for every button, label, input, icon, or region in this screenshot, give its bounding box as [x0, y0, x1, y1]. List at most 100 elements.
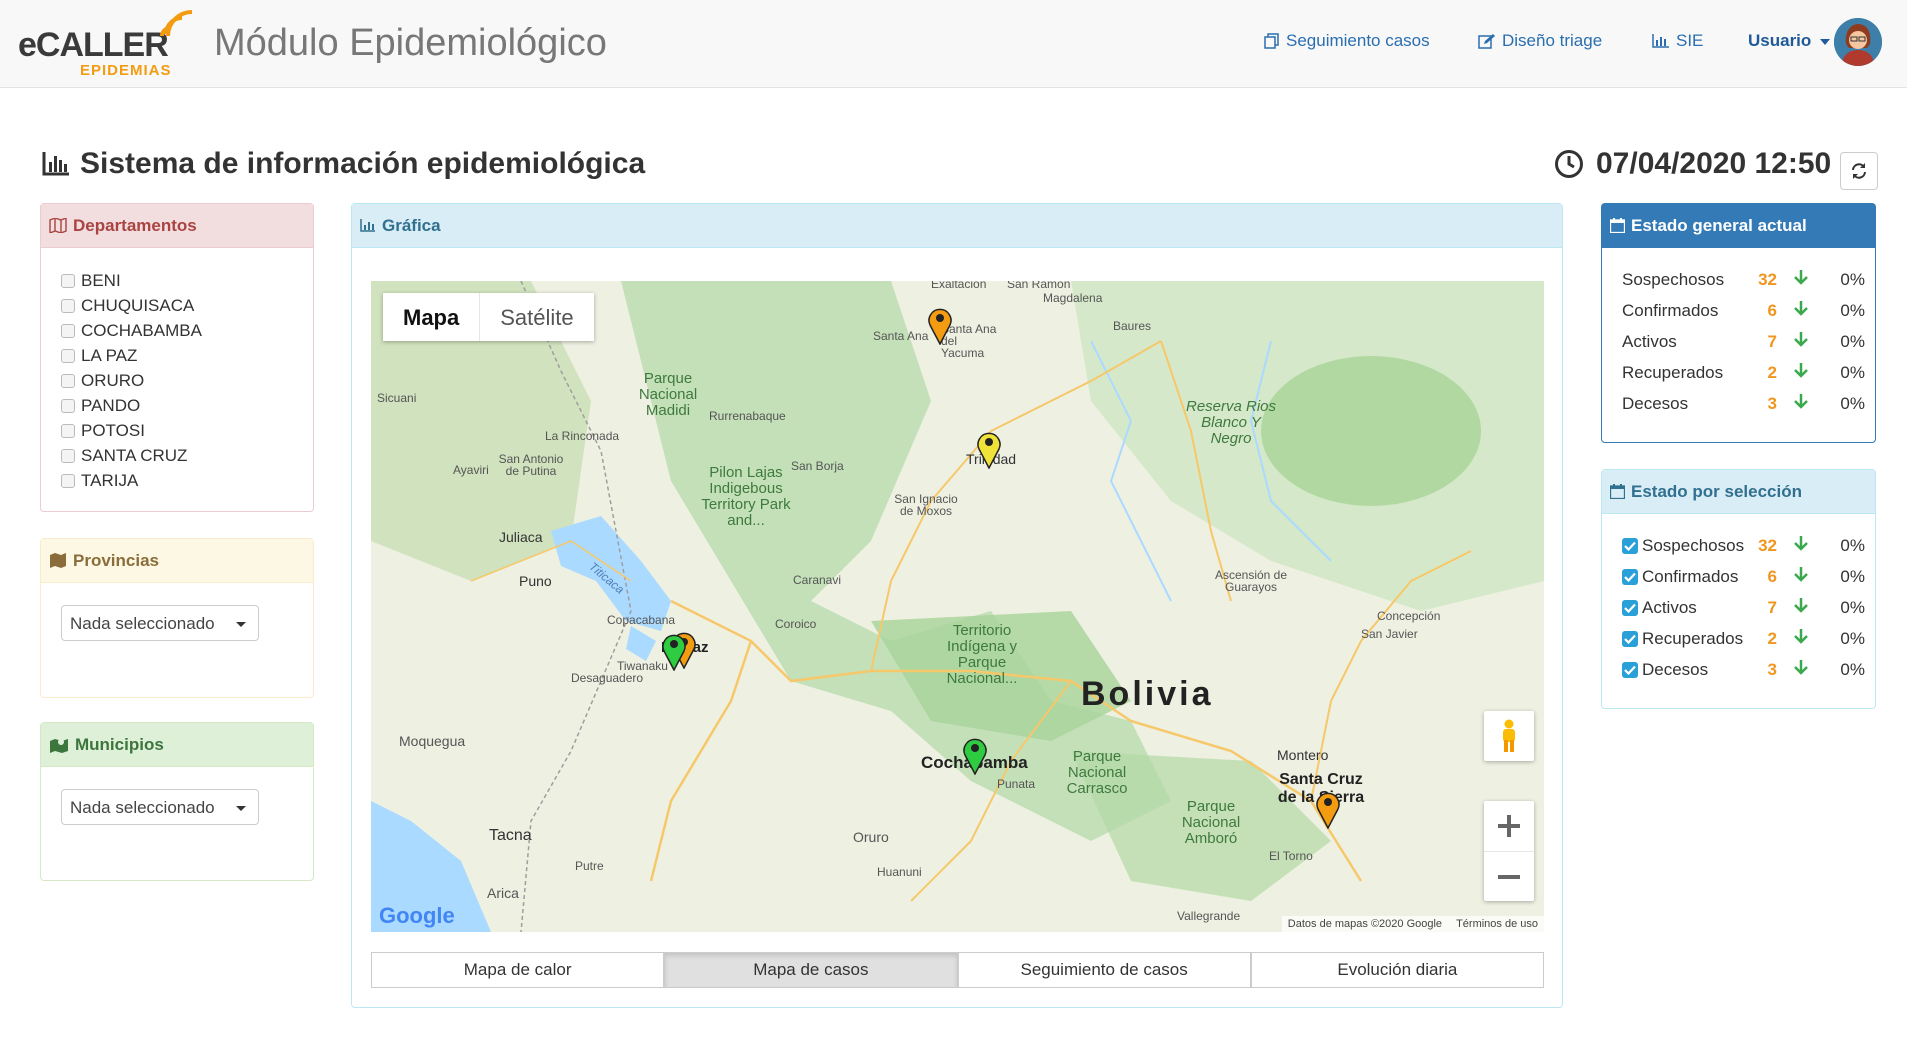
arrow-down-icon — [1794, 628, 1808, 649]
nav-diseno-triage[interactable]: Diseño triage — [1478, 31, 1602, 51]
checkbox[interactable] — [61, 348, 75, 363]
fullscreen-button[interactable] — [1498, 291, 1534, 319]
checkbox-checked[interactable] — [1622, 568, 1638, 585]
dept-item-potosi[interactable]: POTOSI — [61, 418, 202, 443]
tab-seguimiento-de-casos[interactable]: Seguimiento de casos — [957, 952, 1251, 988]
map-type-mapa[interactable]: Mapa — [383, 293, 481, 341]
dept-item-oruro[interactable]: ORURO — [61, 368, 202, 393]
dept-item-pando[interactable]: PANDO — [61, 393, 202, 418]
map-label-oruro: Oruro — [853, 829, 889, 845]
map-label-desaguadero: Desaguadero — [571, 671, 644, 685]
tab-mapa-de-calor[interactable]: Mapa de calor — [371, 952, 665, 988]
map-label-caranavi: Caranavi — [793, 573, 842, 587]
case-marker[interactable] — [927, 305, 953, 345]
map-label-sicuani: Sicuani — [377, 391, 417, 405]
map-label-arica: Arica — [487, 885, 519, 901]
terms-link[interactable]: Términos de uso — [1456, 918, 1538, 930]
municipios-header: Municipios — [41, 723, 313, 767]
logo-subtitle: EPIDEMIAS — [80, 62, 172, 79]
checkbox[interactable] — [61, 273, 75, 288]
nav-sie[interactable]: SIE — [1652, 31, 1703, 51]
case-marker[interactable] — [962, 735, 988, 775]
stat-value: 2 — [1767, 628, 1777, 648]
map-label-san-ramon: San Ramón — [1007, 281, 1071, 291]
estado-seleccion-list: Sospechosos 32 0% Confirmados 6 0% Activos 7 0… — [1602, 530, 1875, 685]
checkbox[interactable] — [61, 298, 75, 313]
top-navbar: eCALLER EPIDEMIAS Módulo Epidemiológico … — [0, 0, 1907, 88]
dept-label: PANDO — [81, 395, 141, 415]
checkbox[interactable] — [61, 423, 75, 438]
datetime-text: 07/04/2020 12:50 — [1596, 147, 1832, 180]
bar-chart-icon — [42, 152, 69, 176]
panel-title: Departamentos — [73, 215, 197, 235]
stat-row-recuperados[interactable]: Recuperados 2 0% — [1602, 623, 1875, 654]
checkbox-checked[interactable] — [1622, 661, 1638, 678]
zoom-out-button[interactable] — [1484, 852, 1534, 901]
dept-item-chuquisaca[interactable]: CHUQUISACA — [61, 293, 202, 318]
caret-down-icon — [236, 806, 246, 811]
dept-item-santa-cruz[interactable]: SANTA CRUZ — [61, 443, 202, 468]
avatar[interactable] — [1834, 18, 1882, 66]
map-label-punata: Punata — [997, 777, 1036, 791]
municipios-panel: Municipios Nada seleccionado — [40, 722, 314, 881]
map-label-juliaca: Juliaca — [499, 529, 543, 545]
provincias-panel: Provincias Nada seleccionado — [40, 538, 314, 698]
stat-row-decesos[interactable]: Decesos 3 0% — [1602, 654, 1875, 685]
map-country-label: Bolivia — [1081, 675, 1214, 713]
stat-row-sospechosos[interactable]: Sospechosos 32 0% — [1602, 530, 1875, 561]
map-label-pilon-lajas: Pilon Lajas Indigebous Territory Park an… — [701, 464, 791, 529]
map-label-san-antonio-de-putina: San Antonio de Putina — [498, 452, 564, 478]
map-label-vallegrande: Vallegrande — [1177, 909, 1241, 923]
user-menu[interactable]: Usuario — [1748, 31, 1831, 51]
panel-title: Provincias — [73, 550, 159, 570]
nav-seguimiento-casos[interactable]: Seguimiento casos — [1264, 31, 1430, 51]
arrow-down-icon — [1794, 566, 1808, 587]
stat-row-activos[interactable]: Activos 7 0% — [1602, 592, 1875, 623]
map-label-amboro: Parque Nacional Amboró — [1181, 798, 1241, 847]
map-type-satelite[interactable]: Satélite — [480, 293, 593, 341]
tab-evolucion-diaria[interactable]: Evolución diaria — [1250, 952, 1544, 988]
refresh-button[interactable] — [1840, 152, 1878, 190]
dept-item-beni[interactable]: BENI — [61, 268, 202, 293]
departamentos-list: BENI CHUQUISACA COCHABAMBA LA PAZ ORURO … — [61, 268, 202, 493]
dept-item-tarija[interactable]: TARIJA — [61, 468, 202, 493]
case-marker[interactable] — [976, 429, 1002, 469]
estado-seleccion-header: Estado por selección — [1602, 470, 1875, 514]
zoom-in-button[interactable] — [1484, 801, 1534, 852]
dept-label: SANTA CRUZ — [81, 445, 188, 465]
stat-value: 7 — [1767, 597, 1777, 617]
street-view-pegman[interactable] — [1484, 711, 1534, 761]
map-marker-icon — [50, 738, 68, 753]
map-label-la-rinconada: La Rinconada — [545, 429, 620, 443]
provincias-select[interactable]: Nada seleccionado — [61, 605, 259, 641]
municipios-select[interactable]: Nada seleccionado — [61, 789, 259, 825]
case-marker[interactable] — [661, 631, 687, 671]
case-marker[interactable] — [1315, 789, 1341, 829]
checkbox-checked[interactable] — [1622, 630, 1638, 647]
checkbox-checked[interactable] — [1622, 537, 1638, 554]
refresh-icon — [1852, 163, 1866, 179]
stat-row-recuperados: Recuperados 2 0% — [1602, 357, 1875, 388]
bar-chart-icon — [1652, 34, 1669, 48]
checkbox[interactable] — [61, 473, 75, 488]
stat-row-confirmados[interactable]: Confirmados 6 0% — [1602, 561, 1875, 592]
stat-label: Sospechosos — [1622, 269, 1725, 289]
checkbox-checked[interactable] — [1622, 599, 1638, 616]
checkbox[interactable] — [61, 398, 75, 413]
nav-label: Diseño triage — [1502, 31, 1603, 50]
dept-item-la-paz[interactable]: LA PAZ — [61, 343, 202, 368]
stat-pct: 0% — [1840, 300, 1865, 320]
checkbox[interactable] — [61, 373, 75, 388]
dept-item-cochabamba[interactable]: COCHABAMBA — [61, 318, 202, 343]
checkbox[interactable] — [61, 323, 75, 338]
panel-title: Estado por selección — [1631, 481, 1802, 501]
page-title-text: Sistema de información epidemiológica — [80, 147, 646, 180]
map-label-madidi: Parque Nacional Madidi — [638, 370, 698, 419]
arrow-down-icon — [1794, 659, 1808, 680]
stat-label: Decesos — [1642, 659, 1709, 679]
map-label-moquegua: Moquegua — [399, 733, 466, 749]
checkbox[interactable] — [61, 448, 75, 463]
ecaller-logo[interactable]: eCALLER EPIDEMIAS — [18, 8, 198, 80]
tab-mapa-de-casos[interactable]: Mapa de casos — [664, 952, 958, 988]
map-canvas[interactable]: Santa Ana Santa Ana del Yacuma Magdalena… — [371, 281, 1544, 932]
